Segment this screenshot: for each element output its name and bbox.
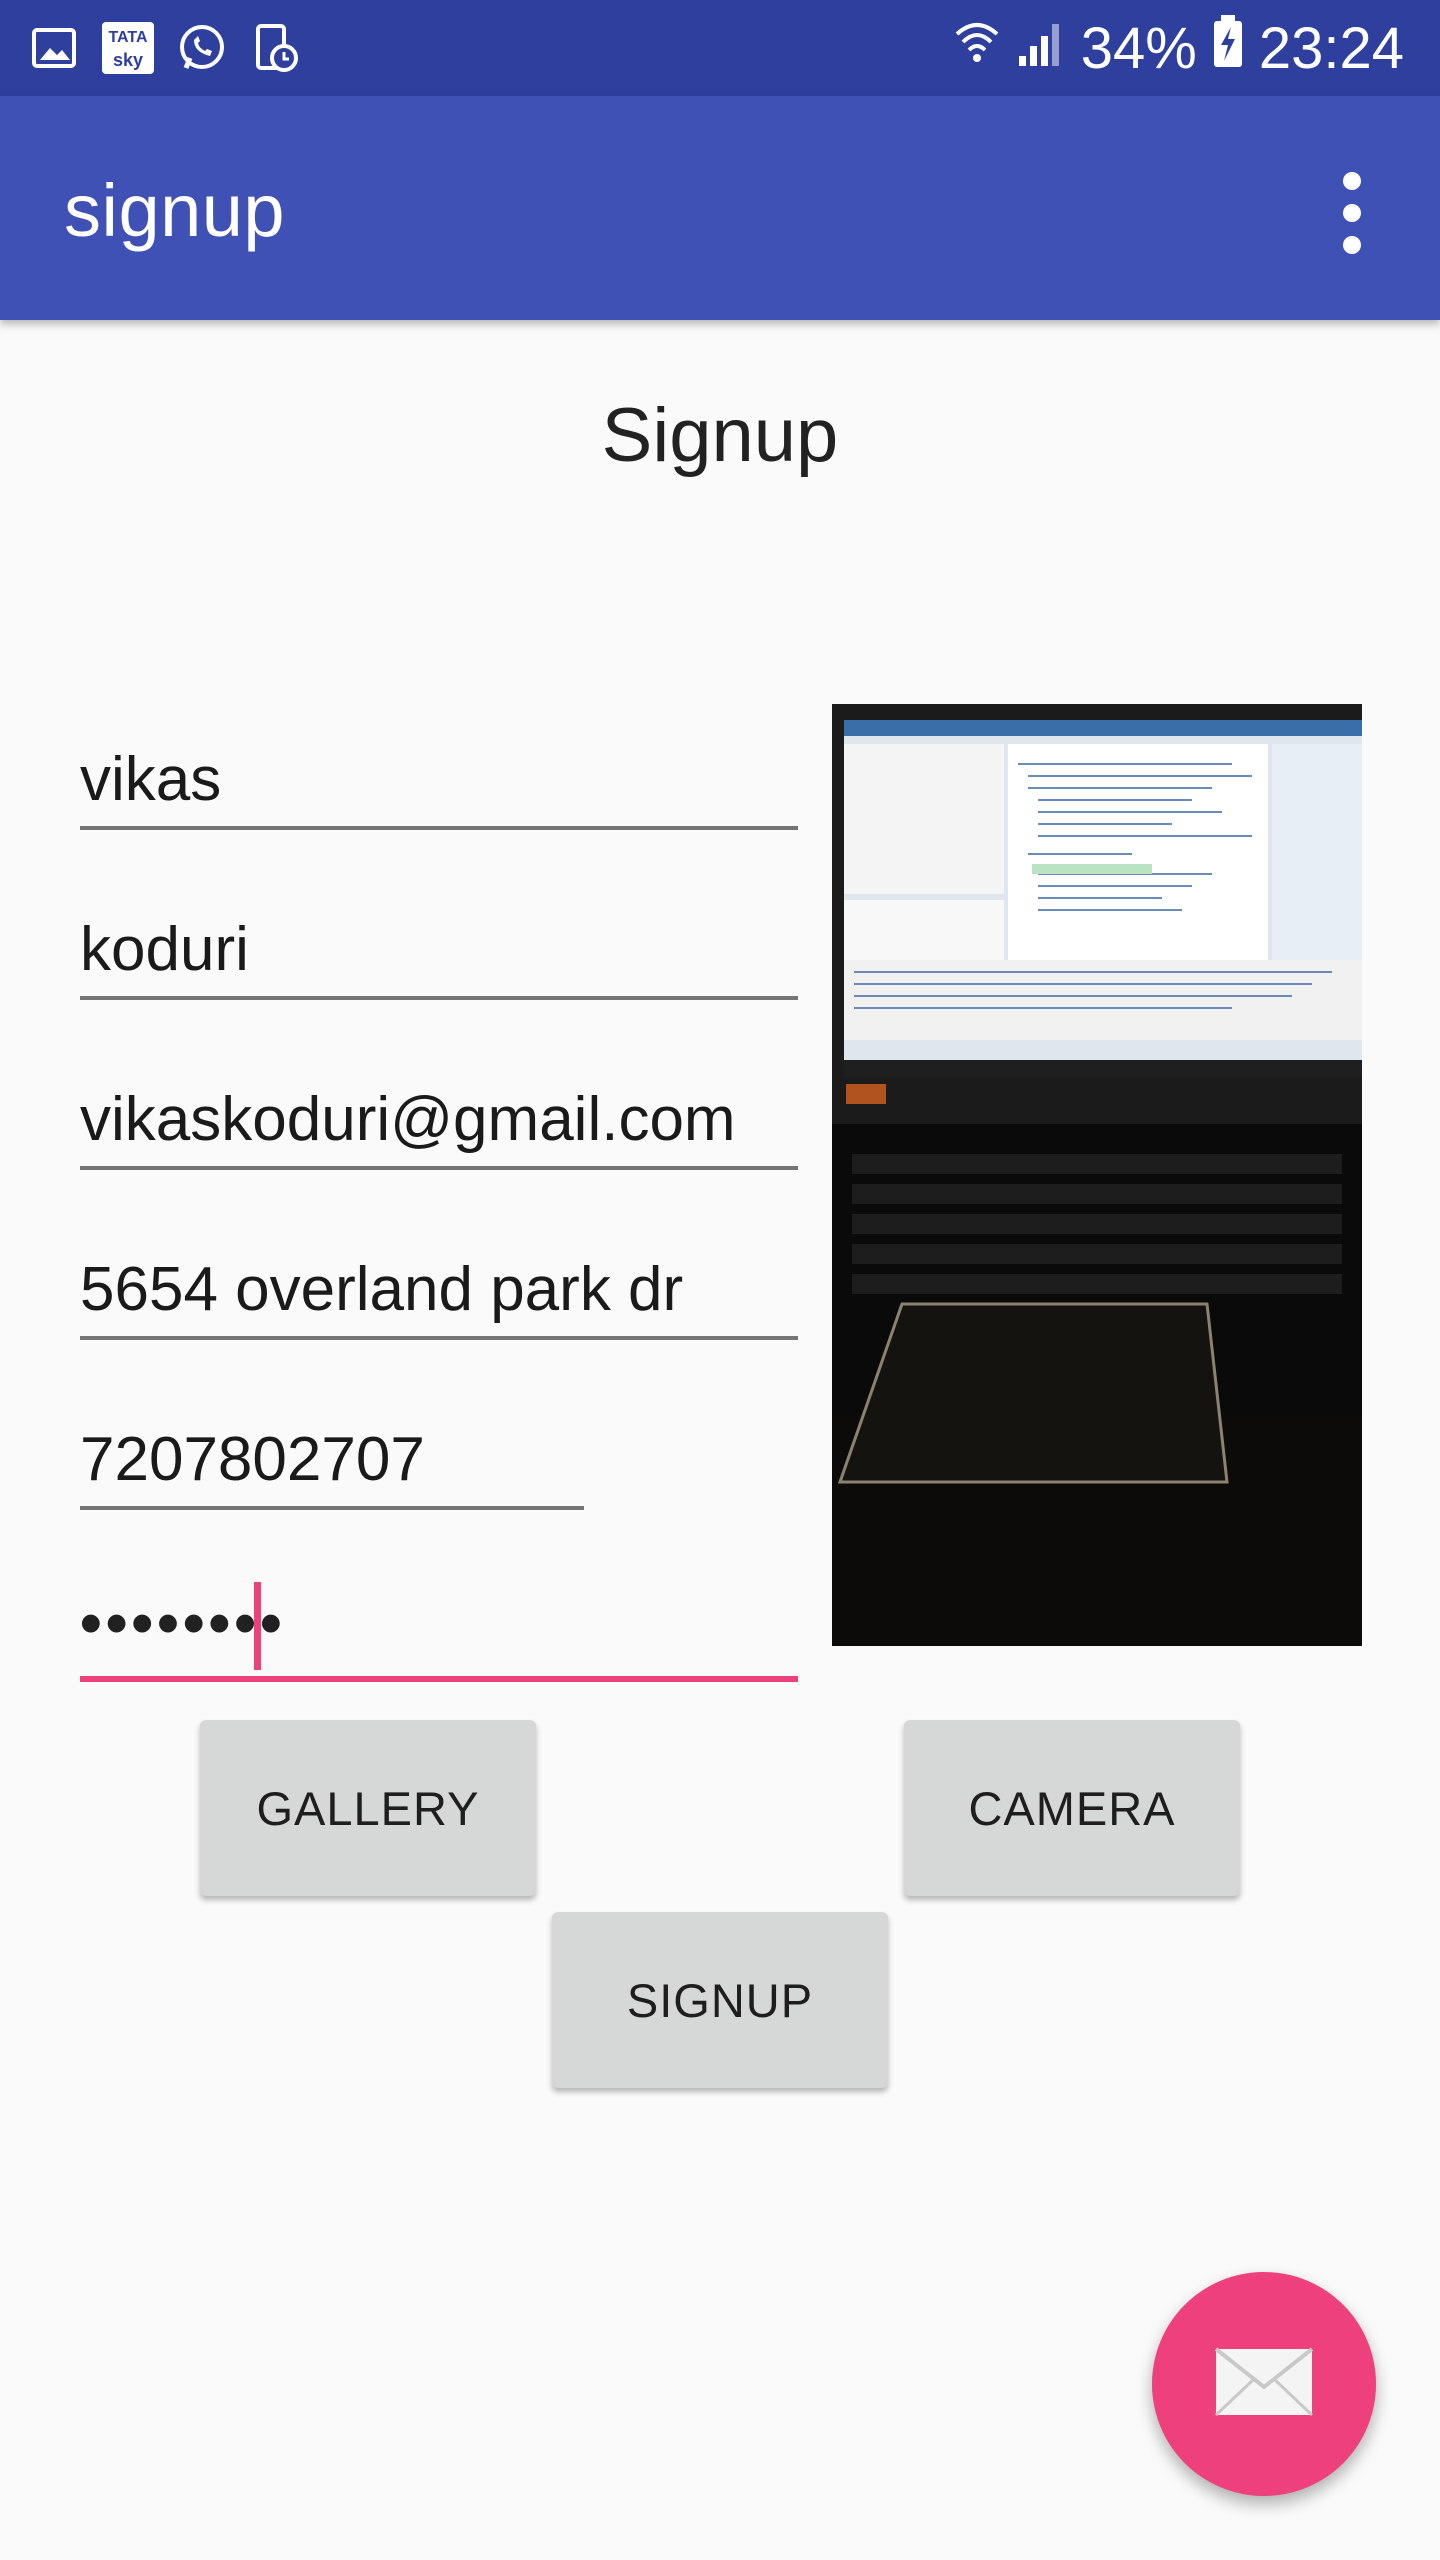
gallery-button[interactable]: GALLERY xyxy=(200,1720,536,1896)
last-name-underline xyxy=(80,996,798,1000)
app-title: signup xyxy=(64,169,286,252)
first-name-underline xyxy=(80,826,798,830)
text-cursor xyxy=(254,1582,261,1670)
address-input[interactable] xyxy=(80,1254,798,1325)
battery-percent: 34% xyxy=(1080,15,1197,81)
notification-icons: TATA sky xyxy=(26,18,304,78)
first-name-field[interactable] xyxy=(80,744,798,815)
gallery-icon xyxy=(26,20,82,76)
profile-photo-preview xyxy=(832,704,1362,1646)
tata-sky-bottom-text: sky xyxy=(113,50,143,70)
phone-underline xyxy=(80,1506,584,1510)
clock-time: 23:24 xyxy=(1258,15,1404,81)
signup-button[interactable]: SIGNUP xyxy=(552,1912,888,2088)
status-right: 34% 23:24 xyxy=(953,12,1404,84)
overflow-menu-icon[interactable] xyxy=(1326,172,1378,254)
battery-charging-icon xyxy=(1211,13,1245,83)
first-name-input[interactable] xyxy=(80,744,798,815)
whatsapp-icon xyxy=(174,20,230,76)
app-bar: signup xyxy=(0,96,1440,320)
wifi-icon xyxy=(953,15,1001,82)
status-bar: TATA sky 34% 23:24 xyxy=(0,0,1440,96)
signal-icon xyxy=(1015,15,1067,82)
email-underline xyxy=(80,1166,798,1170)
password-underline xyxy=(80,1676,798,1682)
phone-input[interactable] xyxy=(80,1424,584,1495)
last-name-field[interactable] xyxy=(80,914,798,985)
device-clock-icon xyxy=(248,20,304,76)
camera-button[interactable]: CAMERA xyxy=(904,1720,1240,1896)
address-underline xyxy=(80,1336,798,1340)
last-name-input[interactable] xyxy=(80,914,798,985)
email-input[interactable] xyxy=(80,1084,798,1155)
mail-fab-button[interactable] xyxy=(1152,2272,1376,2496)
page-title: Signup xyxy=(601,393,839,478)
mail-icon xyxy=(1214,2346,1314,2422)
address-field[interactable] xyxy=(80,1254,798,1325)
tata-sky-top-text: TATA xyxy=(108,29,148,46)
tata-sky-icon: TATA sky xyxy=(100,20,156,76)
email-field[interactable] xyxy=(80,1084,798,1155)
phone-field[interactable] xyxy=(80,1424,584,1495)
